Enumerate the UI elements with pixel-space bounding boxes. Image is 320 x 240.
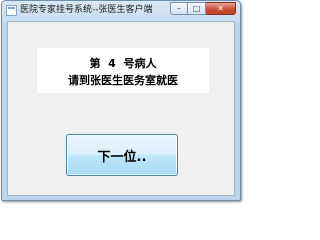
maximize-button[interactable]: □: [188, 2, 206, 15]
client-area: 第 4 号病人 请到张医生医务室就医 下一位..: [7, 21, 235, 196]
close-button[interactable]: ✕: [206, 2, 236, 15]
app-window-icon: [6, 5, 17, 16]
patient-instruction-text: 请到张医生医务室就医: [68, 74, 178, 87]
caption-buttons: – □ ✕: [170, 2, 236, 16]
minimize-button[interactable]: –: [170, 2, 188, 15]
patient-number-text: 第 4 号病人: [89, 57, 157, 70]
title-bar[interactable]: 医院专家挂号系统--张医生客户端 – □ ✕: [2, 1, 240, 21]
next-patient-button[interactable]: 下一位..: [66, 134, 178, 176]
window-title: 医院专家挂号系统--张医生客户端: [20, 5, 153, 15]
patient-info-box: 第 4 号病人 请到张医生医务室就医: [37, 48, 209, 93]
close-icon: ✕: [217, 3, 224, 13]
main-panel: 第 4 号病人 请到张医生医务室就医 下一位..: [8, 22, 234, 195]
minimize-icon: –: [177, 3, 181, 13]
maximize-icon: □: [192, 3, 201, 13]
app-window: 医院专家挂号系统--张医生客户端 – □ ✕ 第 4 号病人 请到张医生医务室就…: [1, 0, 241, 201]
